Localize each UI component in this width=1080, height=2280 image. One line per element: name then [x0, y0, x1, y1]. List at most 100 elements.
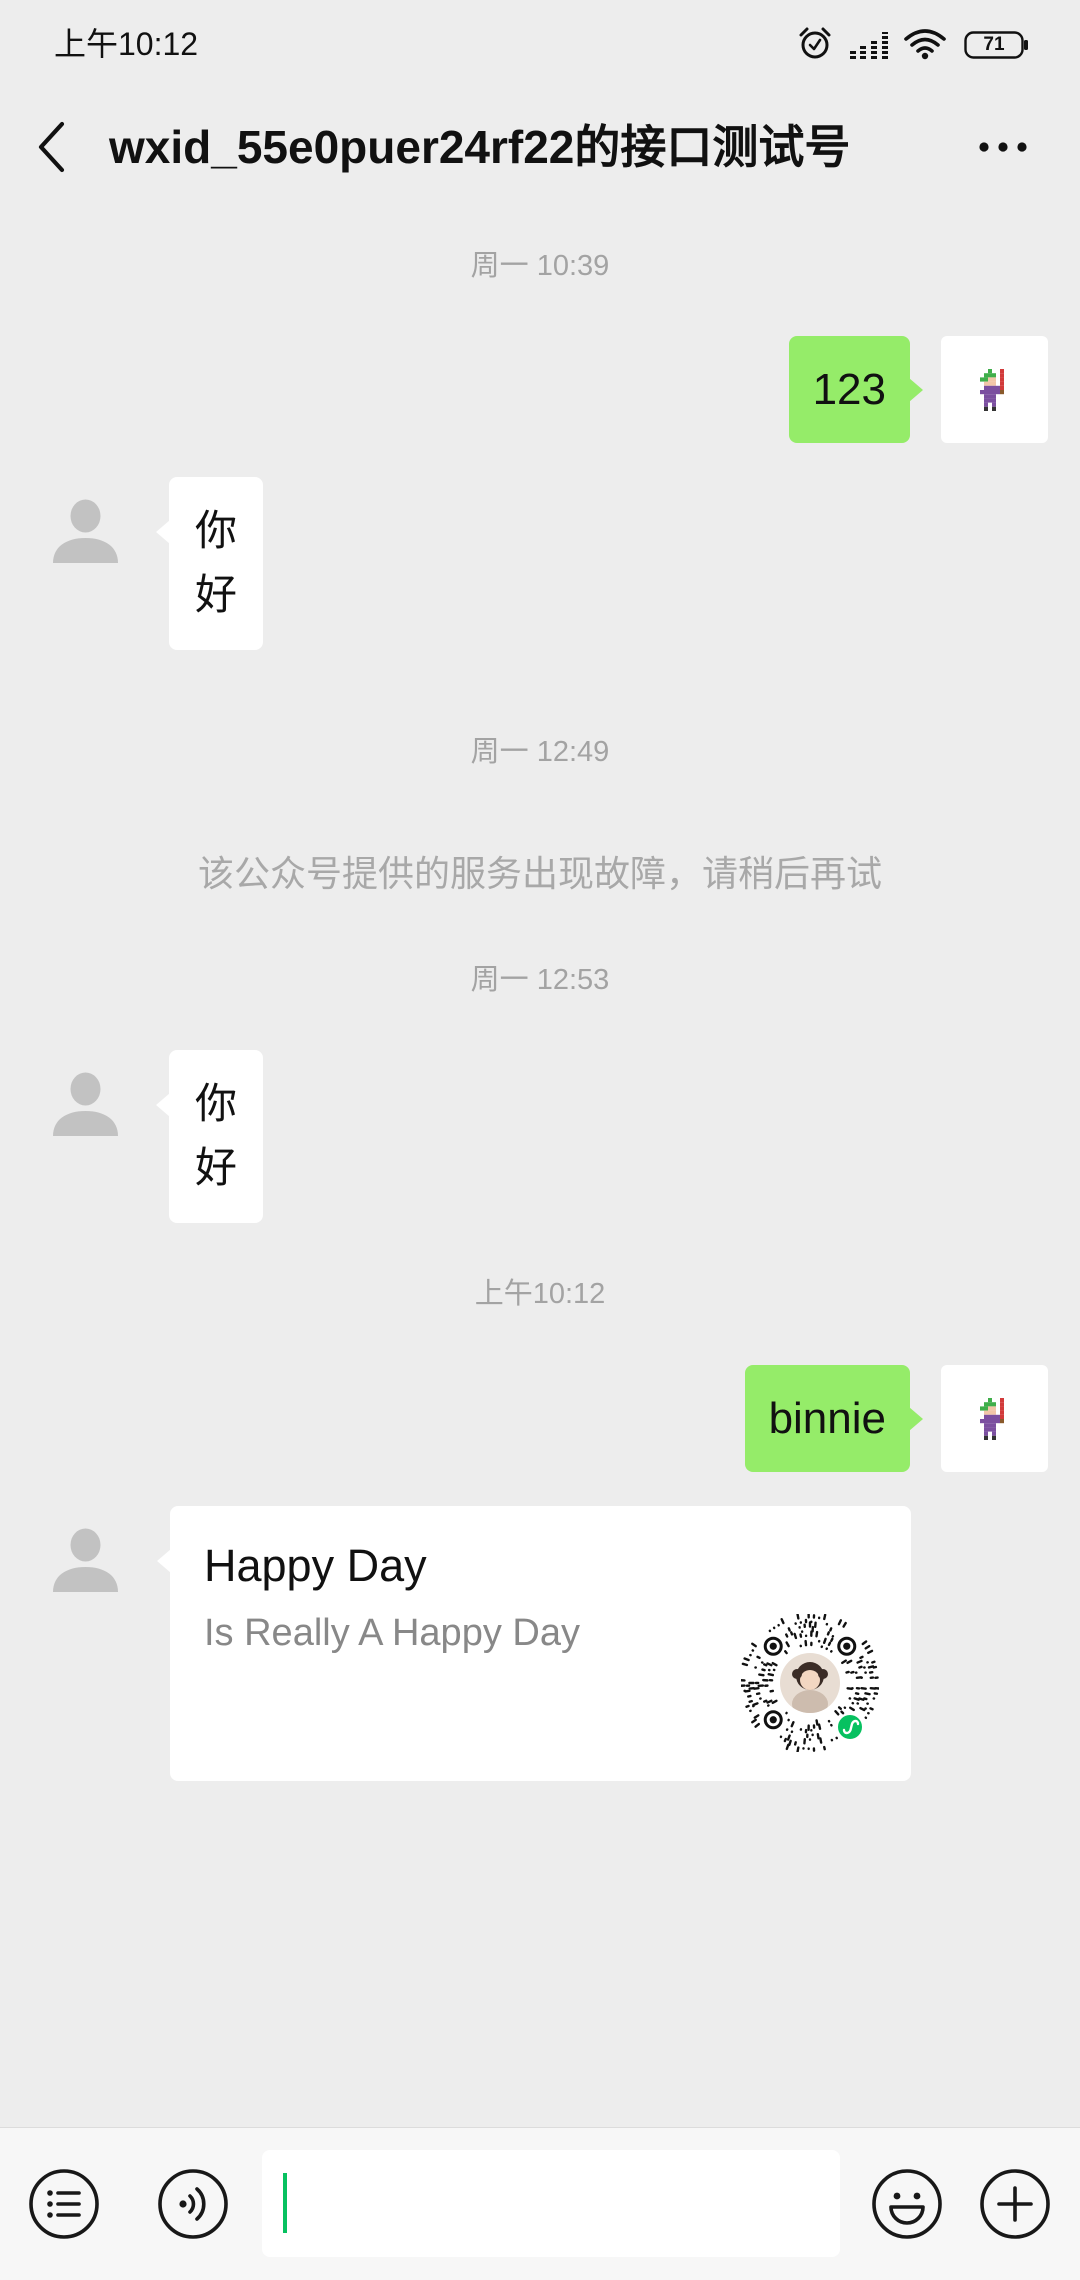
- input-bar: [0, 2127, 1080, 2280]
- avatar-pixel: [988, 385, 992, 390]
- default-person-icon: [53, 499, 118, 563]
- code-dash: [766, 1699, 773, 1704]
- system-notice: 该公众号提供的服务出现故障，请稍后再试: [197, 853, 882, 894]
- code-dash: [745, 1704, 750, 1708]
- code-dash: [864, 1644, 871, 1650]
- code-dash: [754, 1722, 761, 1728]
- code-dash: [793, 1741, 797, 1746]
- message-input[interactable]: [262, 2150, 840, 2257]
- plus-icon[interactable]: [979, 2168, 1051, 2240]
- pixel-character-avatar: [980, 1398, 1004, 1440]
- avatar-pixel: [988, 1402, 992, 1407]
- code-dash: [790, 1631, 794, 1636]
- avatar-pixel: [980, 1419, 984, 1424]
- avatar-pixel: [1000, 377, 1004, 382]
- contact-avatar[interactable]: [32, 1506, 139, 1613]
- avatar-pixel: [980, 390, 984, 395]
- more-button[interactable]: [975, 132, 1031, 162]
- code-dash: [796, 1614, 800, 1620]
- avatar-pixel: [992, 398, 996, 403]
- timestamp: 上午10:12: [474, 1278, 606, 1310]
- mini-program-card[interactable]: Happy Day Is Really A Happy Day: [157, 1506, 911, 1781]
- code-dash: [837, 1619, 843, 1626]
- back-button[interactable]: [32, 118, 76, 176]
- code-dash: [786, 1734, 791, 1741]
- battery-level: 71: [983, 34, 1005, 55]
- received-message-bubble[interactable]: 你好: [156, 477, 263, 650]
- avatar-pixel: [984, 377, 988, 382]
- code-dash: [817, 1723, 822, 1730]
- code-dash: [858, 1697, 865, 1701]
- avatar-pixel: [984, 381, 988, 386]
- avatar-pixel: [996, 385, 1000, 390]
- contact-avatar[interactable]: [32, 1050, 139, 1157]
- more-dots-icon: [979, 142, 1027, 152]
- chevron-left-icon: [38, 121, 65, 173]
- emoji-icon[interactable]: [871, 2168, 943, 2240]
- avatar-pixel: [1000, 1402, 1004, 1407]
- avatar-pixel: [984, 1402, 988, 1407]
- code-dash: [783, 1737, 787, 1743]
- chat-title: wxid_55e0puer24rf22的接口测试号: [109, 121, 851, 173]
- code-dash: [763, 1663, 768, 1667]
- timestamp: 周一 12:49: [470, 736, 610, 768]
- list-menu-icon[interactable]: [28, 2168, 100, 2240]
- my-avatar[interactable]: [941, 336, 1048, 443]
- code-dash: [790, 1721, 795, 1728]
- code-dash: [771, 1661, 778, 1667]
- code-dash: [796, 1746, 800, 1752]
- code-dash: [751, 1718, 757, 1724]
- timestamp: 周一 12:53: [470, 964, 610, 996]
- code-dash: [815, 1719, 819, 1726]
- avatar-pixel: [984, 385, 988, 390]
- code-dash: [758, 1673, 765, 1677]
- avatar-pixel: [988, 373, 992, 378]
- avatar-pixel: [984, 1410, 988, 1415]
- avatar-pixel: [984, 1419, 988, 1424]
- code-dash: [823, 1614, 827, 1621]
- code-dash: [830, 1637, 834, 1643]
- avatar-pixel: [992, 1419, 996, 1424]
- received-message-bubble[interactable]: 你好: [156, 1050, 263, 1223]
- status-time: 上午10:12: [54, 26, 199, 62]
- sent-message-bubble[interactable]: binnie: [744, 1365, 924, 1472]
- my-avatar[interactable]: [941, 1365, 1048, 1472]
- code-dash: [767, 1673, 775, 1677]
- sent-message-bubble[interactable]: 123: [788, 336, 924, 443]
- code-center-avatar: [777, 1650, 843, 1716]
- avatar-pixel: [992, 1435, 996, 1440]
- code-dash: [827, 1641, 832, 1647]
- avatar-pixel: [1000, 1406, 1004, 1411]
- chat-screen: 上午10:12 71 wxid_55e0puer24rf22的接口测试号 周一 …: [0, 0, 1080, 2280]
- contact-avatar[interactable]: [32, 477, 139, 584]
- avatar-pixel: [984, 402, 988, 407]
- avatar-pixel: [988, 1423, 992, 1428]
- code-dash: [871, 1660, 876, 1664]
- avatar-pixel: [992, 1410, 996, 1415]
- avatar-pixel: [992, 394, 996, 399]
- code-dash: [761, 1668, 766, 1672]
- code-dash: [864, 1692, 871, 1696]
- avatar-pixel: [988, 1398, 992, 1403]
- avatar-pixel: [984, 1427, 988, 1432]
- voice-icon[interactable]: [157, 2168, 229, 2240]
- avatar-pixel: [988, 394, 992, 399]
- code-finder-dot: [843, 1642, 851, 1650]
- code-dash: [763, 1699, 768, 1703]
- avatar-pixel: [984, 1414, 988, 1419]
- code-dash: [788, 1739, 792, 1747]
- avatar-pixel: [1000, 369, 1004, 374]
- message-text: 你好: [195, 1080, 238, 1191]
- code-dash: [861, 1640, 868, 1646]
- avatar-pixel: [1000, 385, 1004, 390]
- mini-program-badge-icon: [836, 1713, 864, 1741]
- avatar-pixel: [1000, 1398, 1004, 1403]
- message-text: 123: [812, 365, 886, 414]
- avatar-pixel: [984, 373, 988, 378]
- avatar-pixel: [992, 1423, 996, 1428]
- avatar-pixel: [992, 1427, 996, 1432]
- avatar-pixel: [988, 381, 992, 386]
- code-dash: [787, 1627, 791, 1632]
- code-dash: [858, 1665, 863, 1669]
- code-dash: [867, 1649, 874, 1655]
